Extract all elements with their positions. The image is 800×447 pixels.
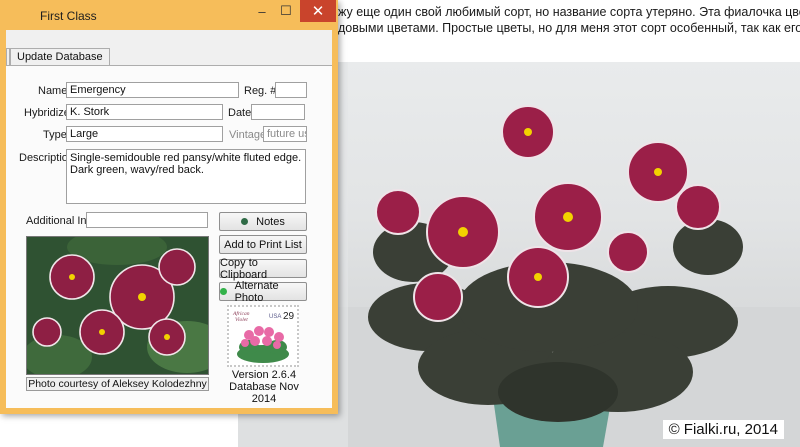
version-label: Version 2.6.4 <box>231 369 297 381</box>
maximize-button[interactable]: ☐ <box>274 0 298 22</box>
hybridizer-field[interactable]: K. Stork <box>66 104 223 120</box>
alternate-photo-button[interactable]: Alternate Photo <box>219 279 307 304</box>
additional-info-field[interactable] <box>86 212 208 228</box>
violet-thumbnail <box>26 236 209 375</box>
left-scroll-thumb[interactable] <box>0 176 6 192</box>
notes-indicator-icon <box>241 218 249 225</box>
reg-label: Reg. # <box>244 85 277 97</box>
stamp-title-2: Violet <box>235 317 248 323</box>
article-text-line-2: довыми цветами. Простые цветы, но для ме… <box>338 21 800 35</box>
stamp-value: 29 <box>283 311 295 322</box>
alternate-photo-indicator-icon <box>220 288 227 295</box>
vintage-label: Vintage <box>229 129 267 141</box>
tab-strip: Update Database <box>0 48 332 66</box>
add-to-print-list-button[interactable]: Add to Print List <box>219 235 307 254</box>
notes-button-label: Notes <box>256 215 285 228</box>
title-bar[interactable]: First Class – ☐ ✕ <box>0 0 338 30</box>
version-info: Version 2.6.4 Database Nov 2014 <box>216 369 312 405</box>
african-violet-stamp: African Violet USA 29 <box>227 305 299 367</box>
left-button-stub[interactable] <box>0 376 6 390</box>
type-label: Type <box>43 129 67 141</box>
window-title: First Class <box>40 9 97 23</box>
copyright-label: © Fialki.ru, 2014 <box>662 420 784 439</box>
name-label: Name <box>38 85 68 97</box>
database-date-label: Database Nov 2014 <box>229 381 299 405</box>
copy-to-clipboard-button[interactable]: Copy to Clipboard <box>219 257 307 281</box>
close-button[interactable]: ✕ <box>300 0 336 22</box>
minimize-button[interactable]: – <box>250 0 274 22</box>
left-panel-edge <box>0 66 6 408</box>
type-field[interactable]: Large <box>66 126 223 142</box>
reg-field[interactable] <box>275 82 307 98</box>
stamp-usa: USA <box>269 314 281 320</box>
stamp-title-1: African <box>232 310 250 317</box>
app-window: First Class – ☐ ✕ Update Database Name E… <box>0 0 338 414</box>
notes-button[interactable]: Notes <box>219 212 307 231</box>
tab-update-database[interactable]: Update Database <box>10 48 110 66</box>
photo-caption: Photo courtesy of Aleksey Kolodezhny <box>26 377 209 391</box>
alternate-photo-button-label: Alternate Photo <box>234 279 279 304</box>
name-field[interactable]: Emergency <box>66 82 239 98</box>
vintage-field: future use <box>263 126 307 142</box>
date-label: Date <box>228 107 252 119</box>
description-field[interactable]: Single-semidouble red pansy/white fluted… <box>66 149 306 204</box>
article-text-line-1: жу еще один свой любимый сорт, но назван… <box>338 5 800 19</box>
stamp-drawing: African Violet USA 29 <box>232 310 295 363</box>
date-field[interactable] <box>251 104 305 120</box>
violet-thumbnail-drawing <box>27 237 208 374</box>
